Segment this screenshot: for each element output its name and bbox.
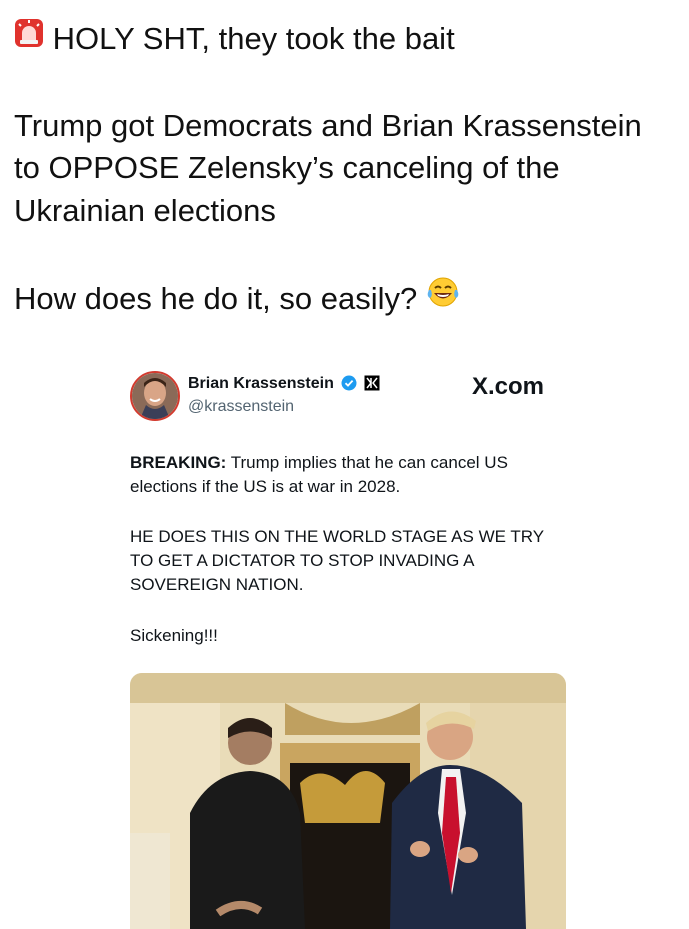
verified-badge-icon — [341, 375, 357, 396]
avatar[interactable] — [130, 371, 180, 421]
tweet-body-line-3: HE DOES THIS ON THE WORLD STAGE AS WE TR… — [130, 527, 545, 546]
tweet-body-line-4: TO GET A DICTATOR TO STOP INVADING A — [130, 551, 475, 570]
rotating-light-icon — [14, 16, 44, 60]
affiliate-logo-icon — [364, 375, 380, 396]
post-question: How does he do it, so easily? — [14, 281, 418, 316]
tweet-media-image[interactable] — [130, 673, 566, 929]
post-line-4: Ukrainian elections — [14, 193, 276, 228]
author-name[interactable]: Brian Krassenstein — [188, 375, 380, 396]
tweet-body-line-1: BREAKING: Trump implies that he can canc… — [130, 453, 508, 472]
tweet-body-line-6: Sickening!!! — [130, 626, 218, 645]
tears-of-joy-icon — [426, 276, 460, 320]
author-handle: @krassenstein — [188, 398, 295, 415]
quoted-tweet-card[interactable]: Brian Krassenstein @krassenstein X.com B… — [130, 363, 570, 929]
post-line-2: Trump got Democrats and Brian Krassenste… — [14, 108, 642, 143]
breaking-label: BREAKING: — [130, 453, 227, 472]
post-text-headline: HOLY SHT, they took the bait — [52, 21, 455, 56]
site-label: X.com — [472, 373, 545, 400]
post-line-5: How does he do it, so easily? — [14, 277, 460, 323]
tweet-body-line-2: elections if the US is at war in 2028. — [130, 477, 401, 496]
tweet-body-line-5: SOVEREIGN NATION. — [130, 575, 304, 594]
post-line-3: to OPPOSE Zelensky’s canceling of the — [14, 150, 560, 185]
post-line-1: HOLY SHT, they took the bait — [14, 17, 455, 63]
